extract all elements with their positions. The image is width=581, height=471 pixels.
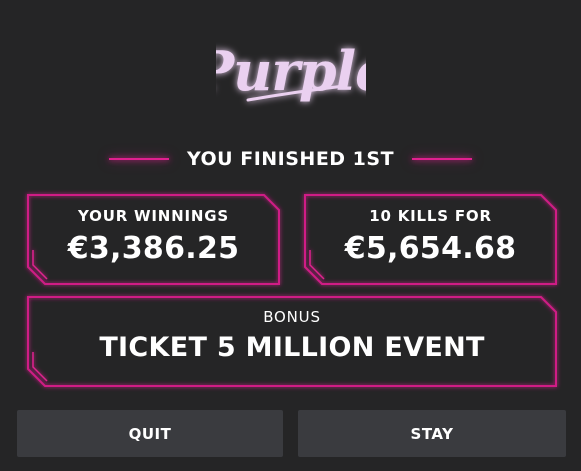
kills-amount: €5,654.68: [344, 231, 517, 266]
finish-headline: YOU FINISHED 1ST: [0, 145, 581, 173]
bonus-label: BONUS: [263, 308, 321, 326]
winnings-label: YOUR WINNINGS: [78, 207, 229, 225]
brand-logo: Purple: [0, 28, 581, 124]
headline-left-divider: [108, 158, 169, 160]
kills-label: 10 KILLS FOR: [369, 207, 492, 225]
stay-button[interactable]: STAY: [298, 410, 566, 457]
bonus-panel: BONUS TICKET 5 MILLION EVENT: [27, 296, 557, 387]
headline-text: YOU FINISHED 1ST: [186, 148, 395, 170]
headline-right-divider: [412, 158, 473, 160]
winnings-panel: YOUR WINNINGS €3,386.25: [27, 194, 280, 285]
kills-panel: 10 KILLS FOR €5,654.68: [304, 194, 557, 285]
winnings-amount: €3,386.25: [67, 231, 240, 266]
bonus-value: TICKET 5 MILLION EVENT: [99, 332, 485, 363]
quit-button[interactable]: QUIT: [17, 410, 283, 457]
brand-logo-graphic: Purple: [216, 39, 366, 103]
